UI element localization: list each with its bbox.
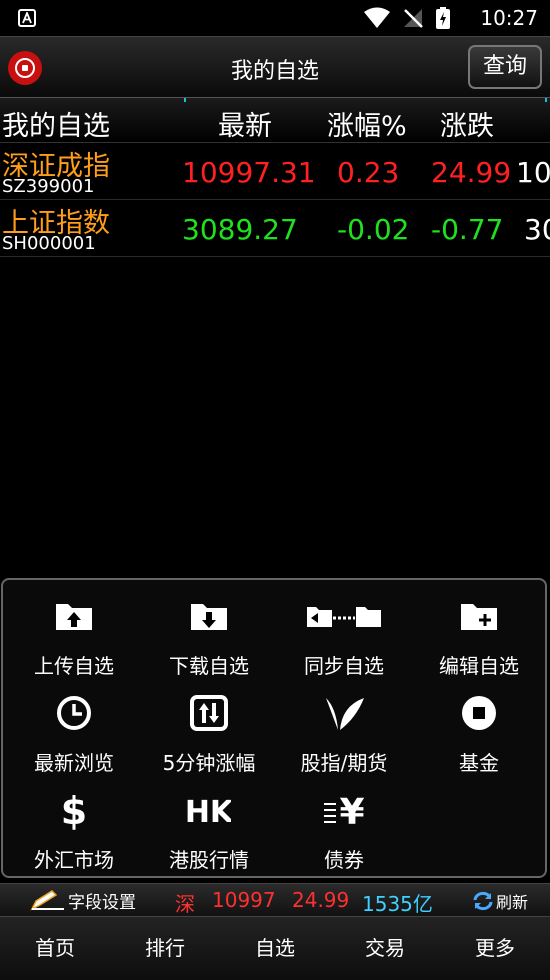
table-header: 我的自选 最新 涨幅% 涨跌 <box>0 98 550 143</box>
change-percent: -0.02 <box>337 213 410 246</box>
menu-edit-watchlist[interactable]: 编辑自选 <box>411 580 547 678</box>
nav-home[interactable]: 首页 <box>0 917 110 980</box>
menu-label: 同步自选 <box>304 654 384 678</box>
updown-arrows-icon <box>190 695 228 731</box>
field-settings-button[interactable]: 字段设置 <box>30 888 136 913</box>
menu-recent-browse[interactable]: 最新浏览 <box>6 677 142 775</box>
header-latest[interactable]: 最新 <box>218 104 272 143</box>
menu-label: 最新浏览 <box>34 751 114 775</box>
nav-more[interactable]: 更多 <box>440 917 550 980</box>
folder-download-icon <box>191 604 227 630</box>
menu-upload-watchlist[interactable]: 上传自选 <box>6 580 142 678</box>
battery-charging-icon <box>436 7 450 29</box>
menu-hk-stocks[interactable]: HK 港股行情 <box>141 774 277 872</box>
market-quote-strip: 字段设置 深 10997 24.99 1535亿 刷新 <box>0 883 550 916</box>
menu-download-watchlist[interactable]: 下载自选 <box>141 580 277 678</box>
stock-code: SH000001 <box>2 233 96 254</box>
menu-label: 5分钟涨幅 <box>162 751 256 775</box>
menu-5min-gain[interactable]: 5分钟涨幅 <box>141 677 277 775</box>
header-change[interactable]: 涨跌 <box>440 104 494 143</box>
menu-label: 编辑自选 <box>439 654 519 678</box>
clock-time: 10:27 <box>480 6 538 30</box>
dollar-icon: $ <box>61 790 87 830</box>
menu-label: 下载自选 <box>169 654 249 678</box>
nav-watchlist[interactable]: 自选 <box>220 917 330 980</box>
svg-text:¥: ¥ <box>339 792 364 830</box>
folder-sync-icon <box>307 607 381 627</box>
title-bar: 我的自选 查询 <box>0 36 550 98</box>
table-row[interactable]: 深证成指 SZ399001 10997.31 0.23 24.99 10 <box>0 143 550 200</box>
hk-icon: HK <box>187 795 231 828</box>
menu-forex-market[interactable]: $ 外汇市场 <box>6 774 142 872</box>
column-divider-mark <box>545 98 547 102</box>
change-percent: 0.23 <box>337 156 400 189</box>
menu-bonds[interactable]: ¥ 债券 <box>276 774 412 872</box>
header-name[interactable]: 我的自选 <box>2 104 110 143</box>
status-bar: 10:27 <box>0 0 550 36</box>
bottom-navigation: 首页 排行 自选 交易 更多 <box>0 916 550 980</box>
wifi-icon <box>364 7 390 28</box>
change-value: 24.99 <box>431 156 512 189</box>
refresh-label: 刷新 <box>496 893 529 912</box>
function-menu-panel: 上传自选 下载自选 同步自选 编辑自选 最新浏览 5分钟涨幅 股指/期货 基金 … <box>1 578 547 878</box>
folder-add-icon <box>461 604 497 630</box>
clock-icon <box>57 696 91 730</box>
svg-text:$: $ <box>61 790 87 830</box>
svg-text:HK: HK <box>187 795 231 828</box>
nav-ranking[interactable]: 排行 <box>110 917 220 980</box>
change-value: -0.77 <box>431 213 504 246</box>
menu-label: 港股行情 <box>169 848 249 872</box>
no-signal-icon <box>404 9 423 28</box>
refresh-button[interactable]: 刷新 <box>472 889 528 913</box>
menu-label: 外汇市场 <box>34 848 114 872</box>
header-change-percent[interactable]: 涨幅% <box>327 104 407 143</box>
folder-upload-icon <box>56 604 92 630</box>
strip-index-value: 10997 <box>212 888 276 912</box>
extra-column-value: 30 <box>524 213 550 246</box>
stop-circle-icon <box>462 696 496 730</box>
menu-label: 基金 <box>459 751 499 775</box>
menu-label: 债券 <box>324 848 364 872</box>
extra-column-value: 10 <box>516 156 550 189</box>
pencil-icon <box>30 890 64 911</box>
latest-price: 10997.31 <box>182 156 316 189</box>
column-divider-mark <box>184 98 186 102</box>
latest-price: 3089.27 <box>182 213 298 246</box>
strip-turnover-amount: 1535亿 <box>362 892 433 916</box>
strip-change-value: 24.99 <box>292 888 350 912</box>
menu-fund[interactable]: 基金 <box>411 677 547 775</box>
nav-trade[interactable]: 交易 <box>330 917 440 980</box>
menu-label: 股指/期货 <box>300 751 388 775</box>
menu-sync-watchlist[interactable]: 同步自选 <box>276 580 412 678</box>
field-settings-label: 字段设置 <box>68 892 136 913</box>
refresh-icon <box>473 891 493 911</box>
stock-code: SZ399001 <box>2 176 95 197</box>
table-row[interactable]: 上证指数 SH000001 3089.27 -0.02 -0.77 30 <box>0 200 550 257</box>
query-button[interactable]: 查询 <box>468 45 542 89</box>
menu-index-futures[interactable]: 股指/期货 <box>276 677 412 775</box>
notification-font-icon <box>18 9 36 27</box>
leaf-icon <box>326 698 364 730</box>
yen-icon: ¥ <box>324 792 365 830</box>
menu-label: 上传自选 <box>34 654 114 678</box>
strip-market-label: 深 <box>175 892 195 916</box>
